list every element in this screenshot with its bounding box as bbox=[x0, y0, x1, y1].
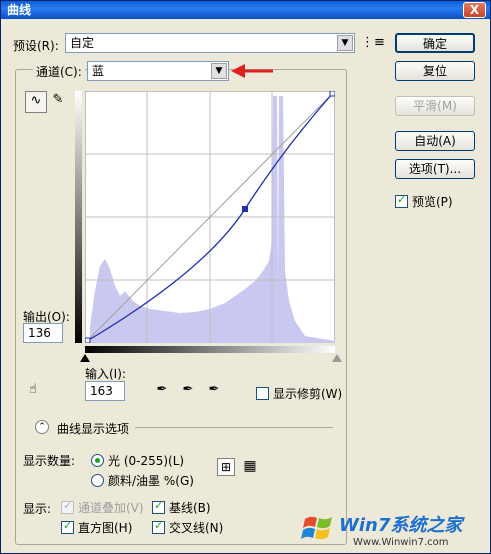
histogram-box[interactable] bbox=[61, 519, 74, 534]
intersection-label: 交叉线(N) bbox=[169, 521, 224, 535]
light-radio-button[interactable] bbox=[91, 454, 104, 467]
pigment-radio-button[interactable] bbox=[91, 474, 104, 487]
output-value: 136 bbox=[28, 326, 51, 340]
white-point-slider[interactable] bbox=[332, 354, 342, 362]
show-label: 显示: bbox=[23, 502, 52, 516]
histogram-label: 直方图(H) bbox=[78, 521, 133, 535]
on-image-adjust-icon[interactable]: ☝ bbox=[23, 381, 43, 399]
curves-dialog: 曲线 X 预设(R): 自定 ▼ ⋮≡ 确定 复位 平滑(M) 自动(A) 选项… bbox=[0, 0, 491, 554]
input-value: 163 bbox=[90, 384, 113, 398]
black-point-slider[interactable] bbox=[80, 354, 90, 362]
light-radio-label: 光 (0-255)(L) bbox=[108, 454, 185, 468]
output-field[interactable]: 136 bbox=[23, 323, 63, 343]
preview-checkbox[interactable]: 预览(P) bbox=[395, 193, 453, 210]
title-bar: 曲线 X bbox=[1, 1, 490, 19]
watermark-url: Www.Winwin7.com bbox=[353, 537, 449, 548]
intersection-box[interactable] bbox=[152, 519, 165, 534]
baseline-label: 基线(B) bbox=[169, 501, 211, 515]
show-clipping-checkbox[interactable]: 显示修剪(W) bbox=[256, 385, 342, 402]
watermark: Win7系统之家 Www.Winwin7.com bbox=[301, 509, 489, 553]
gray-eyedropper-icon[interactable]: ✒ bbox=[179, 381, 197, 399]
chevron-down-icon[interactable]: ▼ bbox=[337, 35, 353, 51]
curve-point[interactable] bbox=[242, 206, 248, 212]
divider bbox=[135, 427, 333, 428]
channel-overlay-box[interactable] bbox=[61, 499, 74, 514]
curve-endpoint[interactable] bbox=[329, 91, 335, 97]
channel-value: 蓝 bbox=[92, 64, 105, 78]
channel-select[interactable]: 蓝 ▼ bbox=[87, 61, 229, 81]
pigment-radio-label: 颜料/油墨 %(G) bbox=[108, 474, 194, 488]
curves-graph[interactable] bbox=[85, 91, 335, 343]
reset-button[interactable]: 复位 bbox=[395, 61, 475, 81]
channel-label: 通道(C): bbox=[33, 63, 85, 80]
pigment-radio[interactable]: 颜料/油墨 %(G) bbox=[91, 472, 194, 489]
curve-tool-icon[interactable]: ∿ bbox=[25, 91, 47, 113]
collapse-icon[interactable]: ⌃ bbox=[35, 420, 49, 434]
chevron-down-icon[interactable]: ▼ bbox=[211, 63, 227, 79]
channel-overlay-label: 通道叠加(V) bbox=[78, 501, 144, 515]
simple-grid-icon[interactable]: ⊞ bbox=[217, 458, 235, 476]
show-clipping-label: 显示修剪(W) bbox=[273, 387, 343, 401]
input-field[interactable]: 163 bbox=[85, 381, 125, 401]
input-gradient-bar bbox=[85, 346, 335, 353]
windows-logo-icon bbox=[301, 516, 332, 540]
red-arrow-annotation bbox=[231, 64, 273, 78]
intersection-checkbox[interactable]: 交叉线(N) bbox=[152, 519, 223, 536]
channel-overlay-checkbox[interactable]: 通道叠加(V) bbox=[61, 499, 144, 516]
options-menu-icon[interactable]: ⋮≡ bbox=[361, 34, 385, 52]
options-button[interactable]: 选项(T)... bbox=[395, 159, 475, 179]
curve-endpoint[interactable] bbox=[85, 337, 91, 343]
preview-label: 预览(P) bbox=[412, 195, 453, 209]
input-label: 输入(I): bbox=[85, 367, 126, 381]
pencil-icon[interactable]: ✎ bbox=[49, 91, 67, 113]
black-eyedropper-icon[interactable]: ✒ bbox=[153, 381, 171, 399]
detailed-grid-icon[interactable]: ▦ bbox=[241, 458, 259, 476]
baseline-checkbox[interactable]: 基线(B) bbox=[152, 499, 211, 516]
show-clipping-box[interactable] bbox=[256, 387, 269, 400]
watermark-brand: Win7系统之家 bbox=[339, 515, 463, 536]
close-button[interactable]: X bbox=[463, 2, 486, 18]
output-gradient-bar bbox=[75, 91, 82, 343]
ok-button[interactable]: 确定 bbox=[395, 33, 475, 53]
window-title: 曲线 bbox=[7, 3, 32, 17]
preview-check-box[interactable] bbox=[395, 193, 408, 208]
curve-options-label: 曲线显示选项 bbox=[57, 422, 130, 436]
histogram-checkbox[interactable]: 直方图(H) bbox=[61, 519, 132, 536]
display-amount-label: 显示数量: bbox=[23, 454, 76, 468]
auto-button[interactable]: 自动(A) bbox=[395, 131, 475, 151]
preset-label: 预设(R): bbox=[13, 39, 59, 53]
baseline-box[interactable] bbox=[152, 499, 165, 514]
preset-value: 自定 bbox=[70, 36, 95, 50]
smooth-button[interactable]: 平滑(M) bbox=[395, 96, 475, 116]
preset-select[interactable]: 自定 ▼ bbox=[65, 33, 355, 53]
light-radio[interactable]: 光 (0-255)(L) bbox=[91, 452, 184, 469]
white-eyedropper-icon[interactable]: ✒ bbox=[205, 381, 223, 399]
